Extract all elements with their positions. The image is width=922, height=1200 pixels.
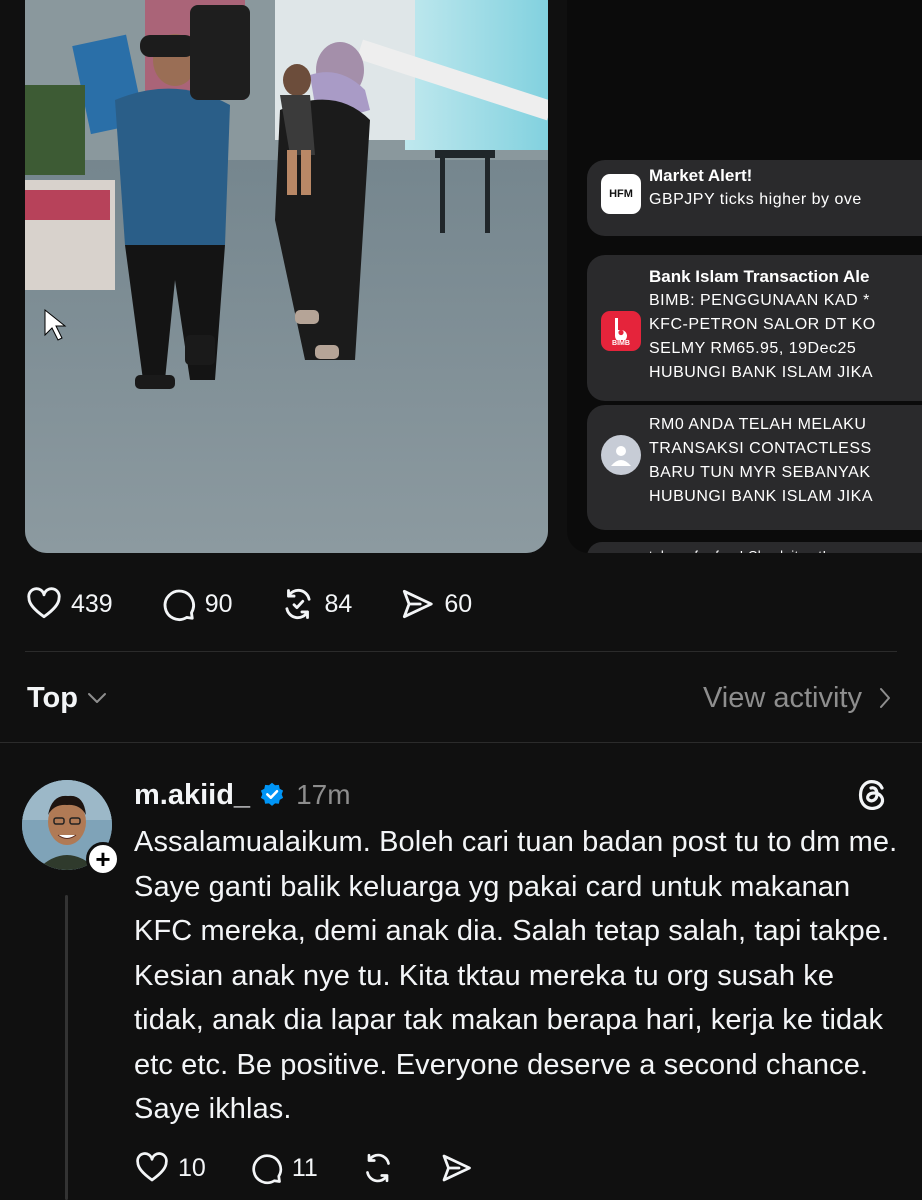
share-icon <box>442 1154 471 1182</box>
notification-bimb: BIMB Bank Islam Transaction Ale BIMB: PE… <box>587 255 922 401</box>
notification-partial: tokens for free! Check it out! <box>587 542 922 553</box>
post-media-carousel[interactable]: HFM Market Alert! GBPJPY ticks higher by… <box>0 0 922 560</box>
reply-timestamp: 17m <box>296 779 351 810</box>
view-activity-link[interactable]: View activity <box>703 682 892 715</box>
notification-line: tokens for free! Check it out! <box>649 544 922 553</box>
chevron-down-icon <box>88 693 106 703</box>
notification-line: BARU TUN MYR SEBANYAK <box>649 464 871 481</box>
like-button[interactable]: 439 <box>25 585 113 623</box>
reply-comment-button[interactable]: 11 <box>248 1150 318 1186</box>
bimb-logo-icon <box>615 317 627 340</box>
reply-like-button[interactable]: 10 <box>134 1150 206 1186</box>
notification-line: SELMY RM65.95, 19Dec25 <box>649 340 857 357</box>
verified-icon <box>260 782 284 806</box>
notification-line: BIMB: PENGGUNAAN KAD * <box>649 292 870 309</box>
heart-icon <box>27 587 61 619</box>
threads-logo-icon[interactable] <box>852 775 892 815</box>
notification-line: TRANSAKSI CONTACTLESS <box>649 440 872 457</box>
reply-comment-count: 11 <box>291 1153 318 1182</box>
notification-message: RM0 ANDA TELAH MELAKU TRANSAKSI CONTACTL… <box>587 405 922 530</box>
notification-hfm: HFM Market Alert! GBPJPY ticks higher by… <box>587 160 922 236</box>
post-stats-bar: 439 90 84 60 <box>25 584 518 624</box>
reply-share-button[interactable] <box>438 1150 474 1186</box>
reply-body: Assalamualaikum. Boleh cari tuan badan p… <box>134 826 898 1125</box>
reply-repost-button[interactable] <box>360 1150 396 1186</box>
view-activity-label: View activity <box>702 681 862 714</box>
reply-avatar[interactable]: + <box>22 780 120 876</box>
reply-header: m.akiid_ 17m <box>134 776 351 814</box>
repost-button[interactable]: 84 <box>279 585 353 623</box>
reply-actions-bar: 10 11 <box>134 1148 516 1188</box>
notification-line: HUBUNGI BANK ISLAM JIKA <box>649 364 873 381</box>
bimb-app-icon: BIMB <box>601 311 641 351</box>
cctv-photo[interactable] <box>25 0 548 553</box>
sort-label: Top <box>27 681 78 714</box>
notification-line: KFC-PETRON SALOR DT KO <box>649 316 876 333</box>
contact-avatar-icon <box>601 435 641 475</box>
sort-dropdown[interactable]: Top <box>27 682 108 715</box>
notification-text: GBPJPY ticks higher by ove <box>649 191 862 208</box>
comment-icon <box>252 1154 282 1185</box>
chevron-right-icon <box>880 688 890 708</box>
reply-like-count: 10 <box>178 1153 206 1182</box>
divider <box>0 742 922 743</box>
repost-icon <box>365 1153 390 1183</box>
heart-icon <box>136 1152 168 1182</box>
notification-line: HUBUNGI BANK ISLAM JIKA <box>649 488 873 505</box>
comment-icon <box>163 589 195 621</box>
share-button[interactable]: 60 <box>398 585 472 623</box>
repost-icon <box>285 588 311 620</box>
reply-button[interactable]: 90 <box>159 585 233 623</box>
share-count: 60 <box>444 589 473 618</box>
sort-row: Top View activity <box>27 670 892 726</box>
share-icon <box>403 589 434 619</box>
hfm-app-icon: HFM <box>601 174 641 214</box>
follow-plus-button[interactable]: + <box>86 842 120 876</box>
thread-line <box>65 895 68 1200</box>
reply-count: 90 <box>204 589 233 618</box>
notification-line: RM0 ANDA TELAH MELAKU <box>649 416 867 433</box>
notification-screenshot[interactable]: HFM Market Alert! GBPJPY ticks higher by… <box>567 0 922 553</box>
like-count: 439 <box>71 589 113 618</box>
notification-title: Bank Islam Transaction Ale <box>649 267 870 286</box>
cctv-image <box>25 0 548 553</box>
reply-username[interactable]: m.akiid_ <box>134 779 250 812</box>
repost-count: 84 <box>324 589 353 618</box>
plus-icon: + <box>95 844 111 874</box>
divider <box>25 651 897 652</box>
notification-title: Market Alert! <box>649 166 753 185</box>
